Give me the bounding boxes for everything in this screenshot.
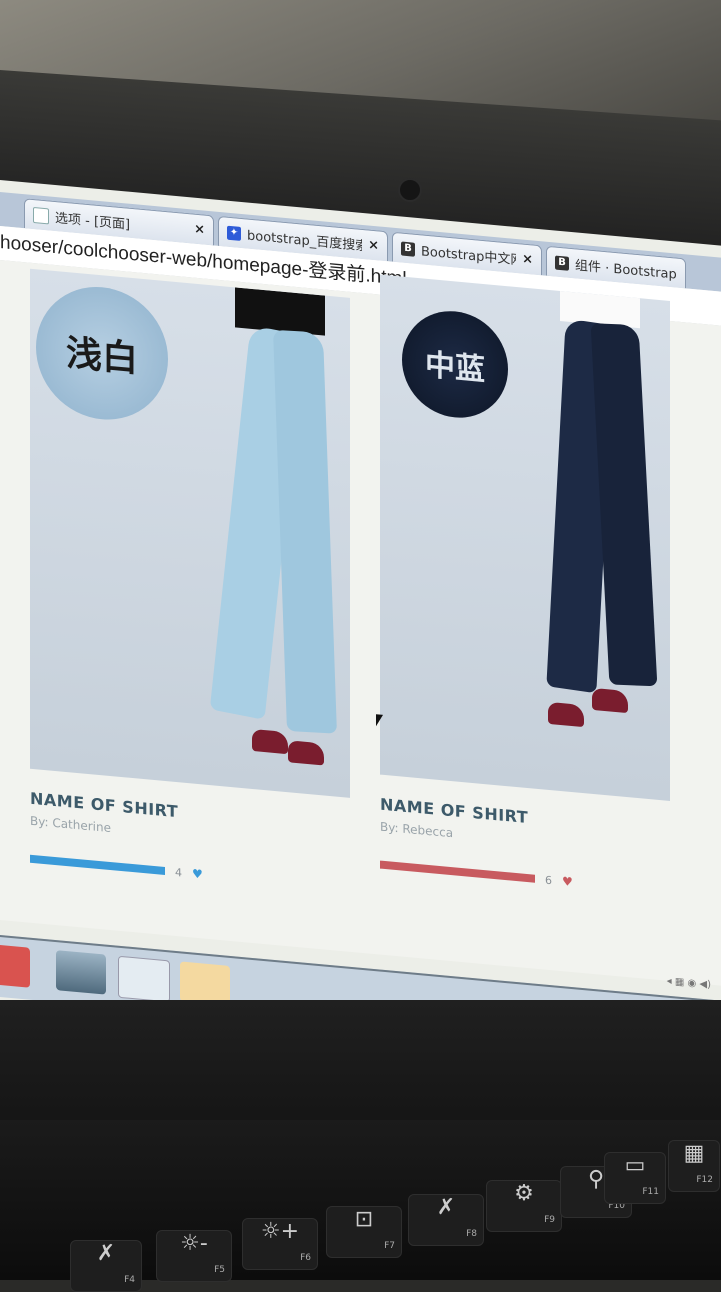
likes-row: 4 ♥ bbox=[30, 852, 350, 895]
jeans bbox=[209, 324, 340, 735]
swatch-label: 中蓝 bbox=[425, 347, 485, 389]
key-f7[interactable]: ⊡ F7 bbox=[326, 1206, 402, 1258]
likes-count: 4 bbox=[175, 865, 182, 880]
close-tab-icon[interactable]: × bbox=[368, 237, 379, 253]
taskbar-image-icon[interactable] bbox=[56, 950, 106, 995]
key-f8[interactable]: ✗ F8 bbox=[408, 1194, 484, 1246]
swatch-label: 浅白 bbox=[65, 333, 138, 381]
mouse-cursor-icon bbox=[376, 714, 383, 727]
key-f4[interactable]: ✗ F4 bbox=[70, 1240, 142, 1292]
settings-gear-icon: ⚙ bbox=[514, 1181, 534, 1206]
likes-bar bbox=[30, 854, 165, 876]
heart-icon[interactable]: ♥ bbox=[192, 866, 203, 881]
close-tab-icon[interactable]: × bbox=[522, 252, 533, 268]
color-swatch: 浅白 bbox=[36, 281, 168, 426]
jeans-right-leg bbox=[590, 323, 658, 687]
key-fn-label: F9 bbox=[544, 1215, 555, 1225]
webcam bbox=[398, 178, 422, 202]
key-fn-label: F8 bbox=[466, 1229, 477, 1239]
key-f12[interactable]: ▦ F12 bbox=[668, 1140, 720, 1192]
close-tab-icon[interactable]: × bbox=[194, 222, 205, 238]
product-page: 浅白 NAME OF SHIRT By: Catherine 4 ♥ 中蓝 NA… bbox=[0, 260, 721, 986]
product-photo[interactable]: 浅白 bbox=[30, 268, 350, 798]
tab-label: 组件 · Bootstrap 中 bbox=[575, 258, 677, 283]
shoe bbox=[252, 728, 288, 755]
wireless-off-icon: ✗ bbox=[436, 1195, 456, 1220]
bootstrap-icon: B bbox=[401, 240, 415, 257]
product-photo[interactable]: 中蓝 bbox=[380, 274, 670, 801]
key-fn-label: F7 bbox=[384, 1241, 395, 1251]
key-fn-label: F4 bbox=[124, 1275, 135, 1285]
color-swatch: 中蓝 bbox=[402, 306, 508, 423]
shoe bbox=[288, 740, 324, 766]
likes-bar bbox=[380, 860, 535, 883]
heart-icon[interactable]: ♥ bbox=[562, 874, 573, 889]
key-f11[interactable]: ▭ F11 bbox=[604, 1152, 666, 1204]
likes-count: 6 bbox=[545, 873, 552, 887]
jeans-right-leg bbox=[273, 329, 337, 734]
key-f9[interactable]: ⚙ F9 bbox=[486, 1180, 562, 1232]
shoe bbox=[548, 701, 584, 728]
product-card[interactable]: 浅白 NAME OF SHIRT By: Catherine 4 ♥ bbox=[30, 268, 350, 895]
likes-row: 6 ♥ bbox=[380, 858, 670, 898]
key-fn-label: F12 bbox=[696, 1175, 713, 1185]
key-f5[interactable]: ☼- F5 bbox=[156, 1230, 232, 1282]
apps-grid-icon: ▦ bbox=[683, 1141, 705, 1166]
brightness-down-icon: ☼- bbox=[180, 1231, 208, 1256]
taskbar-network-icon[interactable] bbox=[118, 955, 170, 1003]
tab-label: Bootstrap中文网 bbox=[421, 244, 517, 268]
taskbar-app-icon[interactable] bbox=[0, 943, 30, 988]
product-card[interactable]: 中蓝 NAME OF SHIRT By: Rebecca 6 ♥ bbox=[380, 274, 670, 898]
laptop-screen: × 选项 - [页面] × ✦ bootstrap_百度搜索 × B Boots… bbox=[0, 180, 721, 1066]
keyboard: ✗ F4 ☼- F5 ☼+ F6 ⊡ F7 ✗ F8 ⚙ F9 ⚲ F10 ▭ F11 ▦ F12 bbox=[0, 1120, 721, 1292]
display-switch-icon: ⊡ bbox=[354, 1207, 374, 1232]
key-fn-label: F5 bbox=[214, 1265, 225, 1275]
jeans bbox=[546, 318, 660, 708]
keyboard-backlight-icon: ▭ bbox=[624, 1153, 646, 1178]
baidu-paw-icon: ✦ bbox=[227, 225, 241, 241]
bootstrap-icon: B bbox=[555, 255, 569, 271]
key-f6[interactable]: ☼+ F6 bbox=[242, 1218, 318, 1270]
key-fn-label: F11 bbox=[642, 1187, 659, 1197]
key-icon: ✗ bbox=[96, 1241, 116, 1266]
brightness-up-icon: ☼+ bbox=[260, 1219, 300, 1244]
page-icon bbox=[33, 206, 49, 224]
key-fn-label: F6 bbox=[300, 1253, 311, 1263]
search-icon: ⚲ bbox=[587, 1167, 605, 1192]
